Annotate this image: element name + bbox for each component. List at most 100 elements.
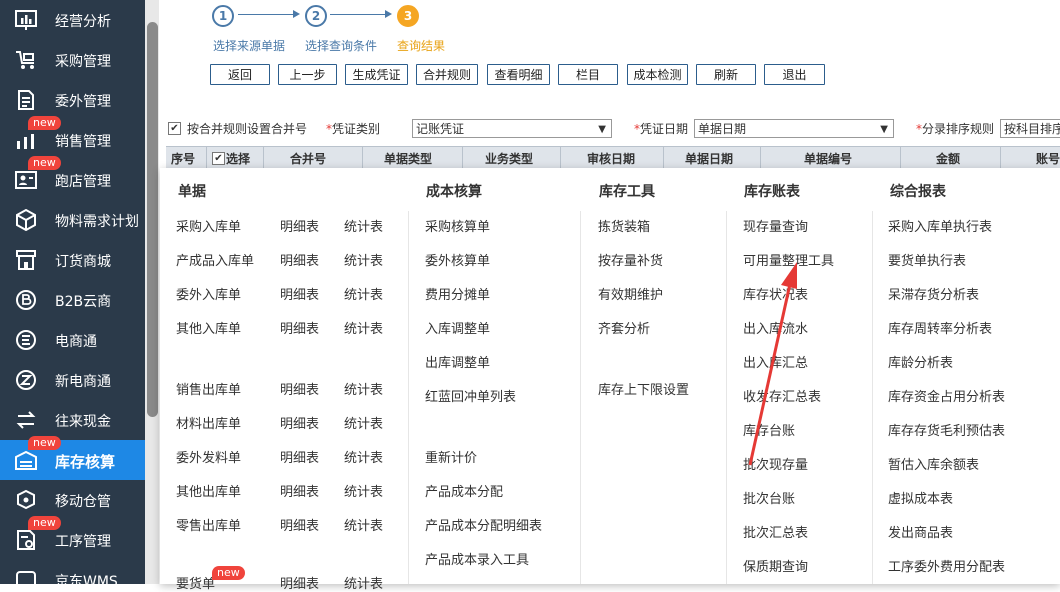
menu-item-document[interactable]: 其他出库单 [176, 481, 241, 500]
menu-item-ledger[interactable]: 收发存汇总表 [743, 386, 821, 405]
menu-item-statistics-table[interactable]: 统计表 [344, 447, 383, 466]
menu-item-ledger[interactable]: 出入库流水 [743, 318, 808, 337]
refresh-button[interactable]: 刷新 [696, 64, 756, 85]
table-column-header[interactable]: 单据类型 [384, 150, 432, 167]
menu-item-statistics-table[interactable]: 统计表 [344, 318, 383, 337]
step-3-label[interactable]: 查询结果 [397, 37, 445, 54]
menu-item-report[interactable]: 暂估入库余额表 [888, 454, 979, 473]
menu-item-statistics-table[interactable]: 统计表 [344, 284, 383, 303]
menu-item-statistics-table[interactable]: 统计表 [344, 573, 383, 592]
menu-item-cost[interactable]: 红蓝回冲单列表 [425, 386, 516, 405]
menu-item-ledger[interactable]: 批次台账 [743, 488, 795, 507]
table-column-header[interactable]: 选择 [226, 150, 250, 167]
menu-item-cost[interactable]: 入库调整单 [425, 318, 490, 337]
sidebar-item-11[interactable]: 往来现金 [0, 400, 145, 440]
menu-item-cost[interactable]: 产品成本分配明细表 [425, 515, 542, 534]
table-column-header[interactable]: 审核日期 [587, 150, 635, 167]
menu-item-tool[interactable]: 拣货装箱 [598, 216, 650, 235]
sidebar-item-5[interactable]: 跑店管理 new [0, 156, 145, 200]
table-column-header[interactable]: 合并号 [290, 150, 326, 167]
columns-button[interactable]: 栏目 [558, 64, 618, 85]
previous-step-button[interactable]: 上一步 [278, 64, 337, 85]
menu-item-report[interactable]: 工序委外费用分配表 [888, 556, 1005, 575]
sidebar-item-8[interactable]: B2B云商 [0, 280, 145, 320]
menu-item-ledger[interactable]: 批次汇总表 [743, 522, 808, 541]
menu-item-ledger[interactable]: 库存台账 [743, 420, 795, 439]
sidebar-item-15[interactable]: 京东WMS [0, 560, 145, 584]
sidebar-scrollbar-thumb[interactable] [147, 22, 158, 417]
menu-item-cost[interactable]: 产品成本录入工具 [425, 549, 529, 568]
menu-item-detail-table[interactable]: 明细表 [280, 413, 319, 432]
exit-button[interactable]: 退出 [764, 64, 825, 85]
menu-item-document[interactable]: 产成品入库单 [176, 250, 254, 269]
sidebar-item-14[interactable]: 工序管理 new [0, 516, 145, 560]
menu-item-document[interactable]: 采购入库单 [176, 216, 241, 235]
menu-item-detail-table[interactable]: 明细表 [280, 318, 319, 337]
menu-item-report[interactable]: 库龄分析表 [888, 352, 953, 371]
menu-item-ledger[interactable]: 库存状况表 [743, 284, 808, 303]
menu-item-ledger[interactable]: 出入库汇总 [743, 352, 808, 371]
menu-item-document[interactable]: 材料出库单 [176, 413, 241, 432]
menu-item-report[interactable]: 库存资金占用分析表 [888, 386, 1005, 405]
view-detail-button[interactable]: 查看明细 [487, 64, 550, 85]
menu-item-ledger[interactable]: 批次现存量 [743, 454, 808, 473]
merge-rule-checkbox[interactable]: ✔ [168, 122, 181, 135]
menu-item-ledger[interactable]: 保质期查询 [743, 556, 808, 575]
menu-item-report[interactable]: 呆滞存货分析表 [888, 284, 979, 303]
step-2-label[interactable]: 选择查询条件 [305, 37, 377, 54]
menu-item-cost[interactable]: 产品成本分配 [425, 481, 503, 500]
menu-item-document[interactable]: 要货单 [176, 573, 215, 592]
menu-item-document[interactable]: 委外入库单 [176, 284, 241, 303]
menu-item-statistics-table[interactable]: 统计表 [344, 250, 383, 269]
menu-item-statistics-table[interactable]: 统计表 [344, 216, 383, 235]
menu-item-ledger[interactable]: 现存量查询 [743, 216, 808, 235]
step-1-label[interactable]: 选择来源单据 [213, 37, 285, 54]
select-all-checkbox[interactable]: ✔ [212, 152, 225, 165]
table-column-header[interactable]: 单据日期 [685, 150, 733, 167]
menu-item-statistics-table[interactable]: 统计表 [344, 481, 383, 500]
voucher-type-select[interactable]: 记账凭证 ▼ [412, 119, 612, 138]
sidebar-item-4[interactable]: 销售管理 new [0, 116, 145, 160]
menu-item-document[interactable]: 销售出库单 [176, 379, 241, 398]
back-button[interactable]: 返回 [210, 64, 270, 85]
menu-item-tool[interactable]: 库存上下限设置 [598, 379, 689, 398]
menu-item-report[interactable]: 库存周转率分析表 [888, 318, 992, 337]
sidebar-item-2[interactable]: 采购管理 [0, 40, 145, 80]
sidebar-item-10[interactable]: 新电商通 [0, 360, 145, 400]
menu-item-detail-table[interactable]: 明细表 [280, 573, 319, 592]
sidebar-item-1[interactable]: 经营分析 [0, 0, 145, 40]
table-column-header[interactable]: 业务类型 [485, 150, 533, 167]
menu-item-tool[interactable]: 按存量补货 [598, 250, 663, 269]
merge-rule-button[interactable]: 合并规则 [416, 64, 478, 85]
sidebar-item-12[interactable]: 库存核算 new [0, 436, 145, 480]
menu-item-ledger[interactable]: 可用量整理工具 [743, 250, 834, 269]
table-column-header[interactable]: 金额 [936, 150, 960, 167]
menu-item-cost[interactable]: 采购核算单 [425, 216, 490, 235]
menu-item-detail-table[interactable]: 明细表 [280, 216, 319, 235]
table-column-header[interactable]: 单据编号 [804, 150, 852, 167]
sidebar-item-13[interactable]: 移动仓管 [0, 480, 145, 520]
sidebar-item-9[interactable]: 电商通 [0, 320, 145, 360]
menu-item-statistics-table[interactable]: 统计表 [344, 515, 383, 534]
menu-item-report[interactable]: 采购入库单执行表 [888, 216, 992, 235]
generate-voucher-button[interactable]: 生成凭证 [345, 64, 408, 85]
menu-item-report[interactable]: 库存存货毛利预估表 [888, 420, 1005, 439]
menu-item-report[interactable]: 要货单执行表 [888, 250, 966, 269]
sidebar-item-7[interactable]: 订货商城 [0, 240, 145, 280]
menu-item-statistics-table[interactable]: 统计表 [344, 379, 383, 398]
menu-item-report[interactable]: 发出商品表 [888, 522, 953, 541]
menu-item-cost[interactable]: 委外核算单 [425, 250, 490, 269]
menu-item-statistics-table[interactable]: 统计表 [344, 413, 383, 432]
table-column-header[interactable]: 序号 [171, 150, 195, 167]
menu-item-detail-table[interactable]: 明细表 [280, 284, 319, 303]
menu-item-detail-table[interactable]: 明细表 [280, 447, 319, 466]
sidebar-item-3[interactable]: 委外管理 [0, 80, 145, 120]
menu-item-detail-table[interactable]: 明细表 [280, 515, 319, 534]
sort-rule-select[interactable]: 按科目排序 [1000, 119, 1060, 138]
menu-item-report[interactable]: 虚拟成本表 [888, 488, 953, 507]
menu-item-document[interactable]: 其他入库单 [176, 318, 241, 337]
menu-item-detail-table[interactable]: 明细表 [280, 250, 319, 269]
menu-item-tool[interactable]: 有效期维护 [598, 284, 663, 303]
menu-item-document[interactable]: 零售出库单 [176, 515, 241, 534]
menu-item-cost[interactable]: 重新计价 [425, 447, 477, 466]
